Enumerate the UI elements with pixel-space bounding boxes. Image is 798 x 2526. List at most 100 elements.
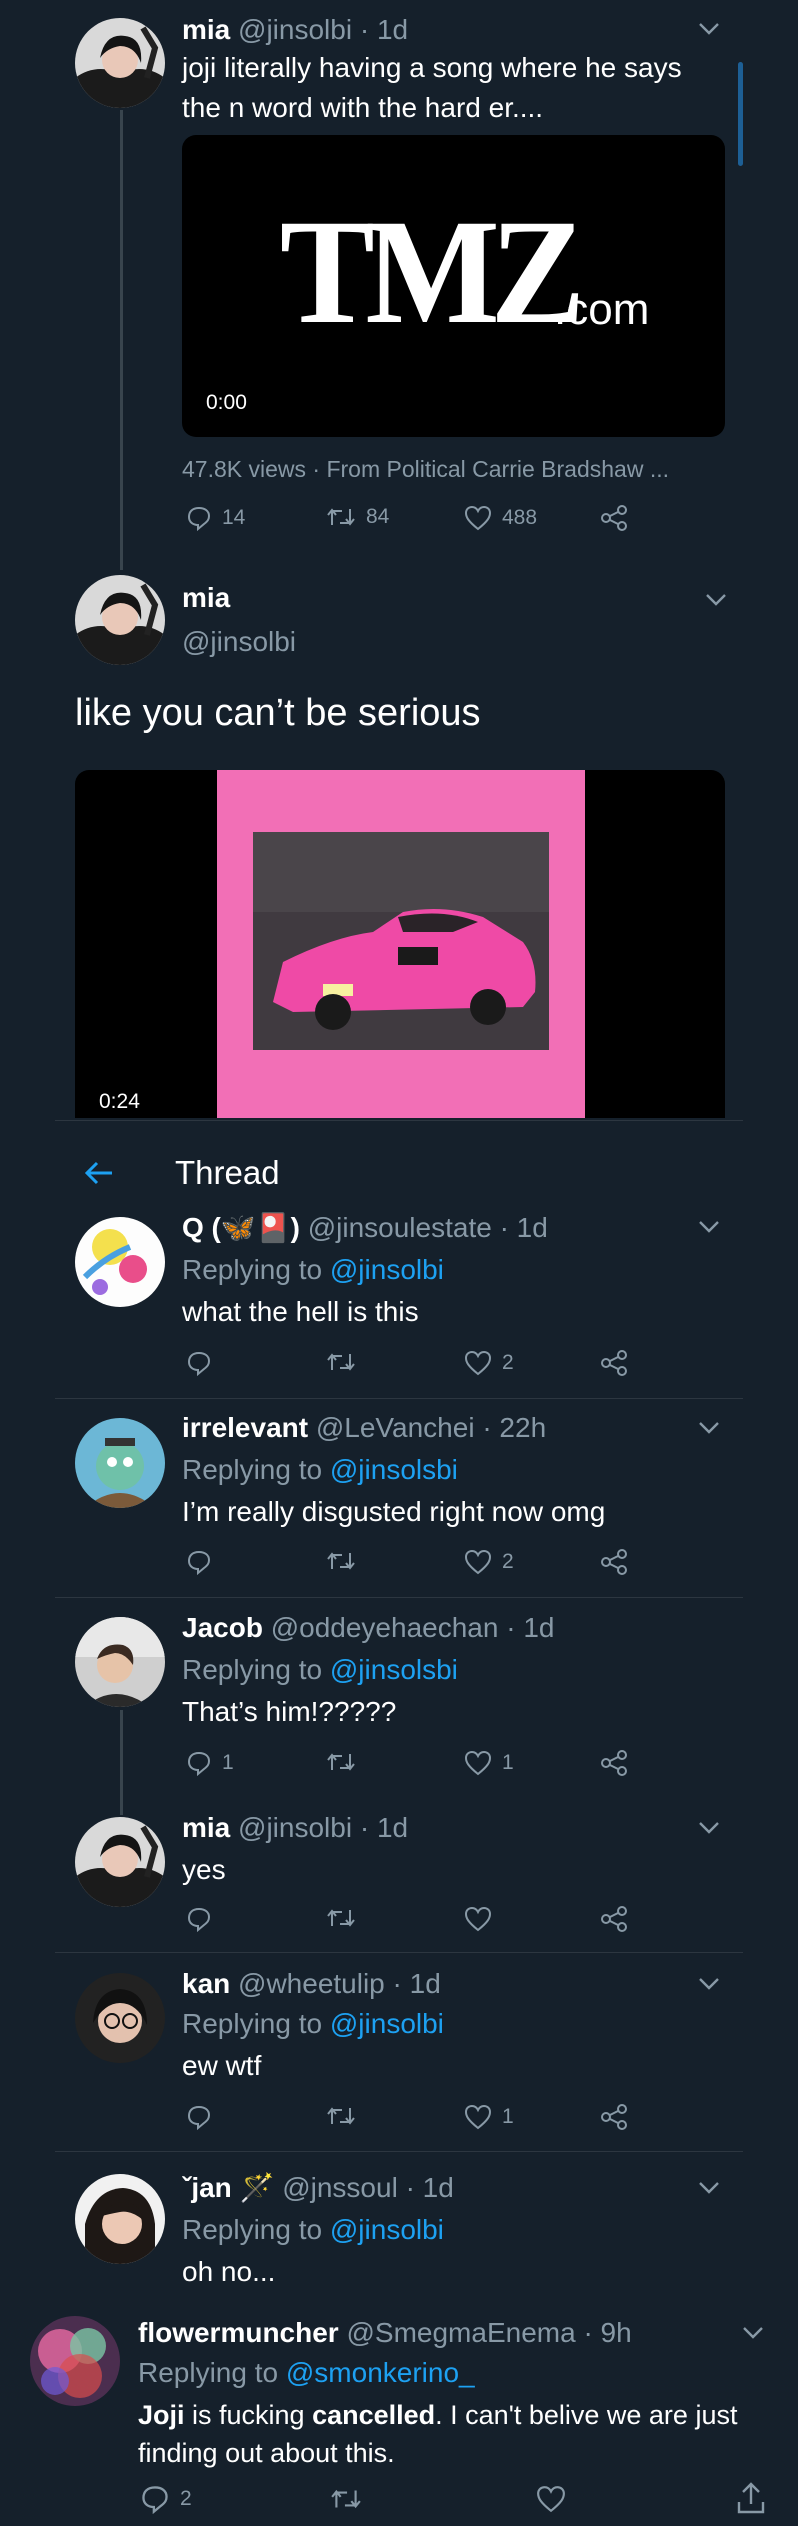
share-button[interactable] xyxy=(600,1549,628,1575)
chevron-down-icon[interactable] xyxy=(698,1821,720,1835)
avatar[interactable] xyxy=(75,1418,165,1508)
handle[interactable]: @SmegmaEnema xyxy=(346,2317,575,2348)
display-name[interactable]: kan xyxy=(182,1968,230,1999)
timestamp[interactable]: · 1d xyxy=(500,1212,548,1243)
share-button[interactable] xyxy=(600,2104,628,2130)
chevron-down-icon[interactable] xyxy=(698,1421,720,1435)
like-button[interactable] xyxy=(536,2485,566,2513)
reply-button[interactable]: 14 xyxy=(186,505,245,531)
share-icon xyxy=(601,505,627,531)
display-name[interactable]: flowermuncher xyxy=(138,2317,339,2348)
chevron-down-icon[interactable] xyxy=(698,1220,720,1234)
video-player[interactable]: 0:24 xyxy=(75,770,725,1118)
display-name[interactable]: Jacob xyxy=(182,1612,263,1643)
replying-to: Replying to @jinsolbi xyxy=(182,1254,444,1285)
avatar[interactable] xyxy=(75,575,165,665)
reply-text: yes xyxy=(182,1854,226,1885)
chevron-down-icon[interactable] xyxy=(698,22,720,36)
mention-link[interactable]: @smonkerino_ xyxy=(286,2357,475,2388)
heart-icon xyxy=(464,1549,492,1575)
retweet-button[interactable] xyxy=(326,1750,356,1774)
retweet-button[interactable]: 84 xyxy=(326,505,389,529)
timestamp[interactable]: · 9h xyxy=(583,2317,631,2348)
like-button[interactable] xyxy=(464,1906,502,1932)
handle[interactable]: @LeVanchei xyxy=(316,1412,475,1443)
reply-header: irrelevant @LeVanchei · 22h xyxy=(182,1410,546,1446)
mention-link[interactable]: @jinsolbi xyxy=(330,2008,444,2039)
avatar[interactable] xyxy=(75,1217,165,1307)
timestamp[interactable]: · 1d xyxy=(360,14,408,45)
video-player[interactable]: TMZ .com 0:00 xyxy=(182,135,725,437)
retweet-button[interactable] xyxy=(326,1350,356,1374)
scrollbar[interactable] xyxy=(738,62,743,166)
chevron-down-icon[interactable] xyxy=(698,2181,720,2195)
avatar[interactable] xyxy=(30,2316,120,2406)
timestamp[interactable]: · 1d xyxy=(393,1968,441,1999)
retweet-button[interactable] xyxy=(330,2486,362,2512)
display-name[interactable]: irrelevant xyxy=(182,1412,308,1443)
handle[interactable]: @jinsoulestate xyxy=(308,1212,492,1243)
reply-text: oh no... xyxy=(182,2256,276,2287)
avatar[interactable] xyxy=(75,1617,165,1707)
chevron-down-icon[interactable] xyxy=(705,593,727,607)
like-count: 2 xyxy=(502,1351,514,1374)
like-button[interactable]: 1 xyxy=(464,2104,514,2130)
avatar[interactable] xyxy=(75,18,165,108)
mention-link[interactable]: @jinsolsbi xyxy=(330,1454,458,1485)
reply-button[interactable] xyxy=(186,1549,222,1575)
display-name[interactable]: Q (🦋🎴) xyxy=(182,1212,300,1243)
handle[interactable]: @jinsolbi xyxy=(238,14,352,45)
share-button[interactable] xyxy=(736,2482,766,2514)
timestamp[interactable]: · 1d xyxy=(406,2172,454,2203)
like-button[interactable]: 2 xyxy=(464,1549,514,1575)
avatar[interactable] xyxy=(75,2174,165,2264)
tweet-text: joji literally having a song where he sa… xyxy=(182,52,682,123)
mention-link[interactable]: @jinsolbi xyxy=(330,2214,444,2245)
handle[interactable]: @wheetulip xyxy=(238,1968,385,1999)
retweet-button[interactable] xyxy=(326,1549,356,1573)
heart-icon xyxy=(464,1750,492,1776)
display-name[interactable]: mia xyxy=(182,582,230,614)
share-icon xyxy=(737,2482,765,2514)
mention-link[interactable]: @jinsolsbi xyxy=(330,1654,458,1685)
share-button[interactable] xyxy=(600,505,628,531)
display-name[interactable]: ˇjan 🪄 xyxy=(182,2172,274,2203)
like-button[interactable]: 1 xyxy=(464,1750,514,1776)
back-arrow-icon[interactable] xyxy=(84,1160,114,1186)
timestamp[interactable]: · 1d xyxy=(506,1612,554,1643)
like-button[interactable]: 2 xyxy=(464,1350,514,1376)
video-timestamp: 0:24 xyxy=(99,1090,140,1113)
retweet-icon xyxy=(327,1753,355,1771)
display-name[interactable]: mia xyxy=(182,1812,230,1843)
car-photo xyxy=(253,832,549,1050)
video-views[interactable]: 47.8K views · From Political Carrie Brad… xyxy=(182,456,669,483)
retweet-icon xyxy=(327,1353,355,1371)
retweet-button[interactable] xyxy=(326,2104,356,2128)
share-button[interactable] xyxy=(600,1750,628,1776)
reply-button[interactable] xyxy=(186,2104,222,2130)
reply-text: what the hell is this xyxy=(182,1296,419,1327)
mention-link[interactable]: @jinsolbi xyxy=(330,1254,444,1285)
timestamp[interactable]: · 22h xyxy=(482,1412,546,1443)
reply-button[interactable] xyxy=(186,1350,222,1376)
avatar[interactable] xyxy=(75,1817,165,1907)
reply-button[interactable]: 2 xyxy=(140,2484,192,2514)
like-button[interactable]: 488 xyxy=(464,505,537,531)
display-name[interactable]: mia xyxy=(182,14,230,45)
share-button[interactable] xyxy=(600,1350,628,1376)
reply-button[interactable]: 1 xyxy=(186,1750,234,1776)
retweet-button[interactable] xyxy=(326,1906,356,1930)
handle[interactable]: @jnssoul xyxy=(282,2172,398,2203)
share-button[interactable] xyxy=(600,1906,628,1932)
timestamp[interactable]: · 1d xyxy=(360,1812,408,1843)
chevron-down-icon[interactable] xyxy=(742,2326,764,2340)
avatar[interactable] xyxy=(75,1973,165,2063)
handle[interactable]: @jinsolbi xyxy=(182,626,296,658)
chevron-down-icon[interactable] xyxy=(698,1977,720,1991)
share-icon xyxy=(601,2104,627,2130)
handle[interactable]: @jinsolbi xyxy=(238,1812,352,1843)
reply-icon xyxy=(187,1351,211,1376)
reply-button[interactable] xyxy=(186,1906,222,1932)
heart-icon xyxy=(464,2104,492,2130)
handle[interactable]: @oddeyehaechan xyxy=(271,1612,499,1643)
